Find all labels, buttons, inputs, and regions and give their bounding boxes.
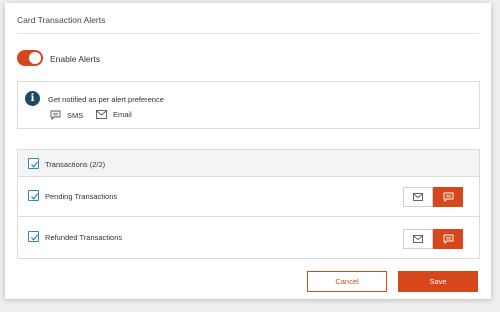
table-row: Pending Transactions — [18, 177, 479, 217]
sms-channel: SMS — [50, 110, 83, 120]
check-icon — [31, 193, 39, 200]
title-divider — [17, 33, 479, 34]
info-icon: i — [25, 91, 40, 106]
alert-preference-info-box: i Get notified as per alert preference S… — [17, 81, 480, 129]
refunded-sms-button[interactable] — [433, 229, 463, 249]
refunded-transactions-checkbox[interactable] — [28, 231, 39, 242]
email-channel: Email — [96, 110, 132, 119]
pending-alert-channel-group — [403, 187, 463, 207]
sms-label: SMS — [67, 110, 84, 120]
sms-icon — [443, 192, 453, 202]
check-icon — [31, 234, 39, 241]
transactions-header-row: Transactions (2/2) — [18, 150, 479, 177]
toggle-knob — [29, 52, 41, 64]
panel-title: Card Transaction Alerts — [17, 15, 106, 25]
info-text: Get notified as per alert preference — [48, 95, 164, 104]
sms-icon — [50, 110, 61, 120]
pending-sms-button[interactable] — [433, 187, 463, 207]
enable-alerts-toggle[interactable] — [17, 50, 43, 66]
save-button[interactable]: Save — [398, 271, 478, 292]
pending-transactions-label: Pending Transactions — [45, 192, 118, 201]
refunded-transactions-label: Refunded Transactions — [45, 233, 123, 242]
sms-icon — [443, 234, 453, 244]
cancel-button[interactable]: Cancel — [307, 271, 387, 292]
pending-email-button[interactable] — [403, 187, 433, 207]
email-label: Email — [113, 110, 132, 119]
email-icon — [413, 235, 423, 243]
refunded-alert-channel-group — [403, 229, 463, 249]
enable-alerts-label: Enable Alerts — [50, 54, 101, 64]
table-row: Refunded Transactions — [18, 217, 479, 259]
transactions-header-label: Transactions (2/2) — [45, 160, 106, 169]
email-icon — [96, 110, 107, 119]
transactions-table: Transactions (2/2) Pending Transactions — [17, 149, 480, 259]
pending-transactions-checkbox[interactable] — [28, 190, 39, 201]
transactions-select-all-checkbox[interactable] — [28, 158, 39, 169]
refunded-email-button[interactable] — [403, 229, 433, 249]
card-transaction-alerts-panel: Card Transaction Alerts Enable Alerts i … — [5, 3, 491, 299]
email-icon — [413, 193, 423, 201]
check-icon — [31, 161, 39, 168]
